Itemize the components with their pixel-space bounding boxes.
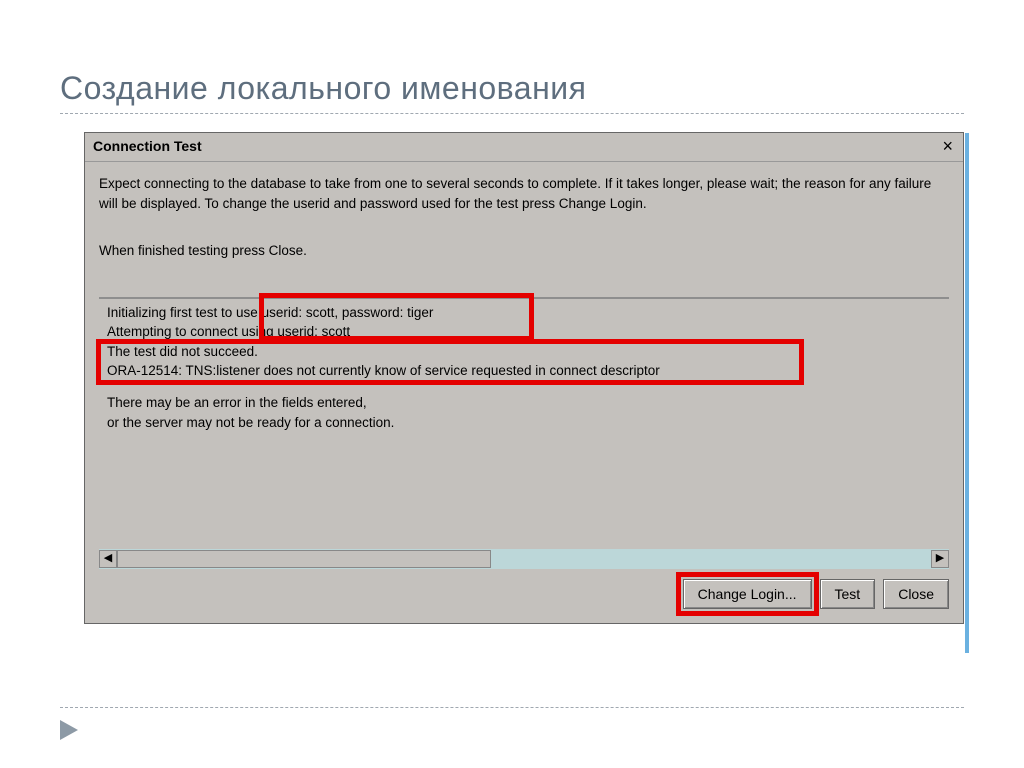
horizontal-scrollbar[interactable]: ◀ ▶ <box>99 549 949 569</box>
change-login-button[interactable]: Change Login... <box>683 579 812 609</box>
log-line: or the server may not be ready for a con… <box>99 413 949 433</box>
title-divider <box>60 113 964 114</box>
log-line: ORA-12514: TNS:listener does not current… <box>99 361 949 381</box>
scroll-thumb[interactable] <box>117 550 491 568</box>
log-area: Initializing first test to use userid: s… <box>99 297 949 549</box>
log-line: Attempting to connect using userid: scot… <box>99 322 949 342</box>
close-button[interactable]: Close <box>883 579 949 609</box>
bottom-divider <box>60 707 964 708</box>
instructions-line-2: When finished testing press Close. <box>99 241 949 261</box>
connection-test-dialog: Connection Test × Expect connecting to t… <box>84 132 964 624</box>
log-line: The test did not succeed. <box>99 342 949 362</box>
decorative-right-strip <box>965 133 969 653</box>
slide-title: Создание локального именования <box>60 70 964 107</box>
dialog-body: Expect connecting to the database to tak… <box>85 162 963 569</box>
scroll-track[interactable] <box>117 550 931 568</box>
play-icon <box>60 720 78 740</box>
instructions-block: Expect connecting to the database to tak… <box>99 174 949 261</box>
dialog-titlebar: Connection Test × <box>85 133 963 162</box>
dialog-title: Connection Test <box>93 138 202 154</box>
log-line: There may be an error in the fields ente… <box>99 393 949 413</box>
scroll-left-icon[interactable]: ◀ <box>99 550 117 568</box>
log-line: Initializing first test to use userid: s… <box>99 303 949 323</box>
log-text: Initializing first test to use userid: s… <box>99 299 949 549</box>
dialog-button-row: Change Login... Test Close <box>85 569 963 623</box>
scroll-right-icon[interactable]: ▶ <box>931 550 949 568</box>
presentation-slide: Создание локального именования Connectio… <box>0 0 1024 768</box>
instructions-line-1: Expect connecting to the database to tak… <box>99 174 949 213</box>
close-icon[interactable]: × <box>938 137 957 155</box>
test-button[interactable]: Test <box>820 579 876 609</box>
